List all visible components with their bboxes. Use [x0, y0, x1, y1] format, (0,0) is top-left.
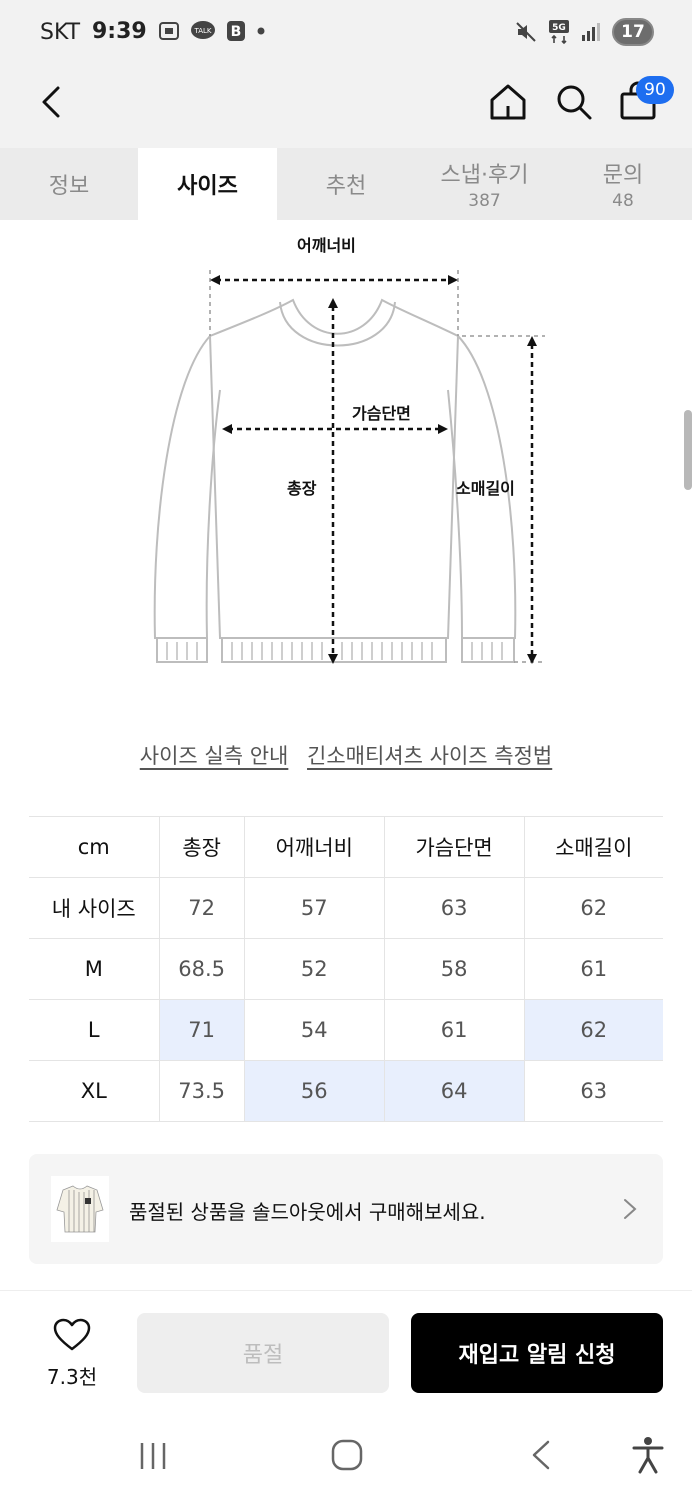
- talk-icon: TALK: [191, 21, 215, 39]
- header-cell: 가슴단면: [383, 816, 525, 878]
- tab-info[interactable]: 정보: [0, 148, 138, 220]
- status-bar: SKT 9:39 TALK B 5G 17: [0, 0, 692, 64]
- length-label: 총장: [287, 479, 317, 498]
- table-row: L 71 54 61 62: [29, 999, 663, 1061]
- table-cell: 52: [243, 938, 385, 1000]
- table-cell: 54: [243, 999, 385, 1061]
- tab-qna[interactable]: 문의 48: [554, 148, 692, 220]
- table-cell: 61: [383, 999, 525, 1061]
- svg-text:B: B: [231, 24, 242, 40]
- recent-apps-icon[interactable]: [136, 1440, 170, 1472]
- row-label: 내 사이즈: [29, 877, 159, 939]
- soldout-button[interactable]: 품절: [137, 1313, 389, 1393]
- svg-text:5G: 5G: [552, 23, 566, 33]
- screenshot-icon: [159, 22, 179, 40]
- sweatshirt-diagram: [153, 270, 545, 664]
- table-cell: 68.5: [158, 938, 245, 1000]
- table-cell: 73.5: [158, 1060, 245, 1122]
- like-count: 7.3천: [46, 1365, 98, 1389]
- home-nav-icon[interactable]: [330, 1438, 364, 1472]
- table-cell: 62: [523, 999, 663, 1061]
- table-row: XL 73.5 56 64 63: [29, 1060, 663, 1122]
- back-nav-icon[interactable]: [528, 1438, 556, 1472]
- measure-method-link[interactable]: 긴소매티셔츠 사이즈 측정법: [307, 744, 552, 768]
- header-cell: 어깨너비: [243, 816, 385, 878]
- soldout-banner[interactable]: 품절된 상품을 솔드아웃에서 구매해보세요.: [29, 1154, 663, 1264]
- qna-count: 48: [612, 191, 634, 211]
- table-row: M 68.5 52 58 61: [29, 938, 663, 1000]
- table-row: 내 사이즈 72 57 63 62: [29, 877, 663, 939]
- accessibility-icon[interactable]: [630, 1436, 666, 1474]
- back-arrow-icon[interactable]: [30, 80, 74, 124]
- sleeve-label: 소매길이: [456, 479, 515, 498]
- system-nav-bar: [0, 1410, 692, 1500]
- review-count: 387: [468, 191, 501, 211]
- table-cell: 56: [243, 1060, 385, 1122]
- table-cell: 58: [383, 938, 525, 1000]
- mute-icon: [516, 22, 536, 42]
- table-cell: 62: [523, 877, 663, 939]
- header-cell: 소매길이: [523, 816, 663, 878]
- table-cell: 57: [243, 877, 385, 939]
- search-icon[interactable]: [552, 80, 596, 124]
- size-diagram: 어깨너비 가슴단면 총장 소매길이: [0, 220, 692, 700]
- tab-recommend[interactable]: 추천: [277, 148, 415, 220]
- shoulder-label: 어깨너비: [297, 236, 356, 255]
- table-cell: 61: [523, 938, 663, 1000]
- battery-indicator: 17: [612, 18, 654, 46]
- table-cell: 63: [523, 1060, 663, 1122]
- like-button[interactable]: 7.3천: [40, 1317, 104, 1390]
- header-cell: 총장: [158, 816, 245, 878]
- chevron-right-icon: [624, 1199, 637, 1219]
- b-app-icon: B: [227, 21, 245, 41]
- table-cell: 72: [158, 877, 245, 939]
- svg-text:TALK: TALK: [193, 27, 211, 35]
- tab-size[interactable]: 사이즈: [138, 148, 277, 220]
- size-guide-links: 사이즈 실측 안내 긴소매티셔츠 사이즈 측정법: [0, 740, 692, 770]
- row-label: M: [29, 938, 159, 1000]
- cart-count-badge: 90: [636, 76, 674, 104]
- header-cell: cm: [29, 816, 159, 878]
- dot-icon: [257, 27, 265, 35]
- product-thumbnail: [51, 1176, 109, 1242]
- table-cell: 64: [383, 1060, 525, 1122]
- heart-icon: [53, 1318, 91, 1351]
- purchase-action-bar: 7.3천 품절 재입고 알림 신청: [0, 1290, 692, 1410]
- table-cell: 63: [383, 877, 525, 939]
- size-guide-link[interactable]: 사이즈 실측 안내: [140, 744, 289, 768]
- table-header-row: cm 총장 어깨너비 가슴단면 소매길이: [29, 816, 663, 878]
- chest-label: 가슴단면: [352, 404, 411, 423]
- scrollbar-thumb[interactable]: [684, 410, 692, 490]
- table-cell: 71: [158, 999, 245, 1061]
- banner-text: 품절된 상품을 솔드아웃에서 구매해보세요.: [129, 1200, 486, 1224]
- clock: 9:39: [92, 19, 147, 44]
- carrier-label: SKT: [40, 20, 81, 45]
- 5g-icon: 5G: [549, 20, 569, 45]
- row-label: L: [29, 999, 159, 1061]
- signal-icon: [582, 23, 600, 41]
- restock-alert-button[interactable]: 재입고 알림 신청: [411, 1313, 663, 1393]
- product-tabs: 정보 사이즈 추천 스냅·후기 387 문의 48: [0, 148, 692, 220]
- home-icon[interactable]: [486, 80, 530, 124]
- tab-reviews[interactable]: 스냅·후기 387: [415, 148, 554, 220]
- app-bar: 90: [0, 64, 692, 148]
- size-table: cm 총장 어깨너비 가슴단면 소매길이 내 사이즈 72 57 63 62 M…: [29, 816, 663, 1122]
- row-label: XL: [29, 1060, 159, 1122]
